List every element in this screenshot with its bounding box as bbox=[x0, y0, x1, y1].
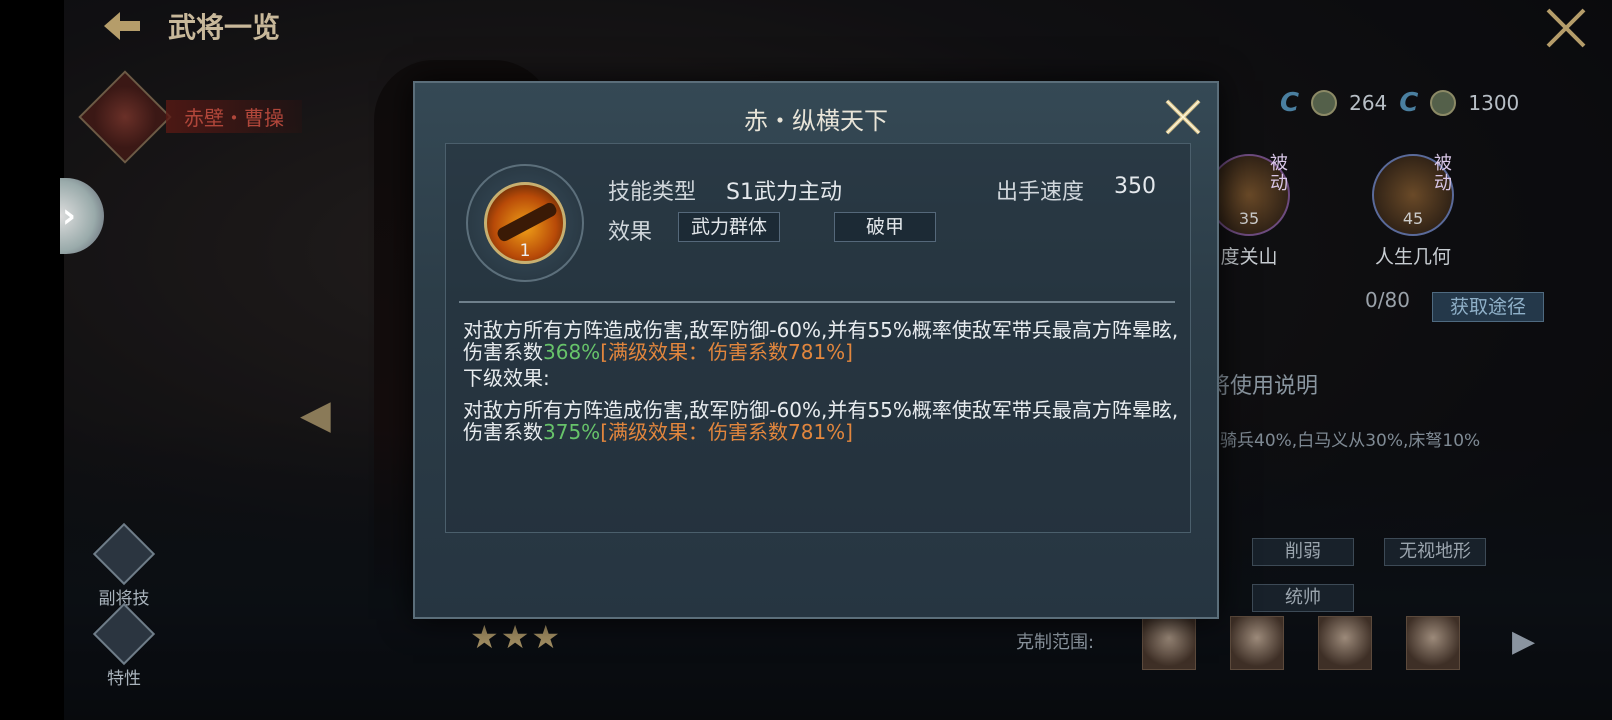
trait-tag: 统帅 bbox=[1252, 584, 1354, 612]
refresh-icon: C bbox=[1280, 88, 1300, 118]
skill-disc: 被动 45 bbox=[1372, 154, 1454, 236]
star-rating: ★★★ bbox=[470, 618, 563, 656]
max-level-effect: [满级效果：伤害系数781%] bbox=[600, 340, 853, 364]
trait-button[interactable]: 特性 bbox=[92, 602, 156, 689]
deputy-skill-button[interactable]: 副将技 bbox=[92, 522, 156, 609]
top-bar: 武将一览 bbox=[64, 0, 1612, 54]
close-icon[interactable] bbox=[1544, 6, 1588, 50]
counter-portrait[interactable] bbox=[1230, 616, 1284, 670]
deputy-skill-icon bbox=[92, 522, 156, 586]
skill-icon-ring: 1 bbox=[466, 164, 584, 282]
usage-title: 将使用说明 bbox=[1208, 374, 1319, 399]
resource-value: 264 bbox=[1349, 91, 1388, 115]
usage-text: 骑兵40%,白马义从30%,床弩10% bbox=[1220, 431, 1481, 451]
trait-icon bbox=[92, 602, 156, 666]
page-title: 武将一览 bbox=[168, 11, 281, 44]
skill-level: 1 bbox=[519, 241, 531, 261]
blade-shape bbox=[495, 200, 559, 244]
effect-tag: 武力群体 bbox=[678, 212, 780, 242]
max-level-effect: [满级效果：伤害系数781%] bbox=[600, 420, 853, 444]
close-icon[interactable] bbox=[1163, 97, 1203, 137]
passive-badge: 被动 bbox=[1434, 153, 1452, 194]
skill-level: 35 bbox=[1238, 209, 1260, 228]
skill-disc: 被动 35 bbox=[1208, 154, 1290, 236]
sword-skill-icon: 1 bbox=[484, 182, 566, 264]
skill-type-label: 技能类型 bbox=[608, 180, 697, 205]
next-effect-text: 对敌方所有方阵造成伤害,敌军防御-60%,并有55%概率使敌军带兵最高方阵晕眩,… bbox=[463, 399, 1183, 443]
passive-badge: 被动 bbox=[1270, 153, 1288, 194]
chevron-right-icon: › bbox=[62, 196, 77, 236]
speed-value: 350 bbox=[1114, 174, 1156, 199]
effect-label: 效果 bbox=[608, 220, 653, 245]
trait-label: 特性 bbox=[107, 669, 141, 689]
speed-label: 出手速度 bbox=[996, 180, 1085, 205]
resource-value: 1300 bbox=[1468, 91, 1520, 115]
damage-coefficient: 375% bbox=[543, 420, 601, 444]
next-arrow-icon[interactable]: ▶ bbox=[1512, 624, 1535, 659]
shield-icon bbox=[1311, 90, 1338, 116]
resource-row: C 264 C 1300 bbox=[1280, 88, 1519, 118]
counter-portrait[interactable] bbox=[1406, 616, 1460, 670]
trait-tag: 削弱 bbox=[1252, 538, 1354, 566]
divider bbox=[459, 301, 1175, 303]
counter-portrait[interactable] bbox=[1142, 616, 1196, 670]
skill-name: 人生几何 bbox=[1374, 246, 1451, 268]
prev-hero-arrow-icon[interactable]: ◀ bbox=[300, 392, 331, 438]
next-level-label: 下级效果: bbox=[463, 366, 550, 390]
trait-tag: 无视地形 bbox=[1384, 538, 1486, 566]
skill-detail-popup: 赤・纵横天下 1 技能类型 S1武力主动 出手速度 350 效果 武力群体 破甲… bbox=[413, 81, 1219, 619]
back-arrow-icon[interactable] bbox=[100, 8, 144, 44]
obtain-button[interactable]: 获取途径 bbox=[1432, 292, 1544, 322]
progress-count: 0/80 bbox=[1365, 288, 1410, 312]
passive-skill-card[interactable]: 被动 45 人生几何 bbox=[1368, 154, 1458, 269]
skill-level: 45 bbox=[1402, 209, 1424, 228]
treasure-icon bbox=[1430, 90, 1457, 116]
effect-tag: 破甲 bbox=[834, 212, 936, 242]
counter-portrait[interactable] bbox=[1318, 616, 1372, 670]
counter-label: 克制范围: bbox=[1016, 632, 1095, 653]
current-effect-text: 对敌方所有方阵造成伤害,敌军防御-60%,并有55%概率使敌军带兵最高方阵晕眩,… bbox=[463, 319, 1183, 363]
refresh-icon: C bbox=[1399, 88, 1419, 118]
popup-title: 赤・纵横天下 bbox=[744, 107, 888, 135]
skill-type-value: S1武力主动 bbox=[726, 180, 842, 205]
damage-coefficient: 368% bbox=[543, 340, 601, 364]
hero-name: 赤壁・曹操 bbox=[166, 100, 302, 133]
